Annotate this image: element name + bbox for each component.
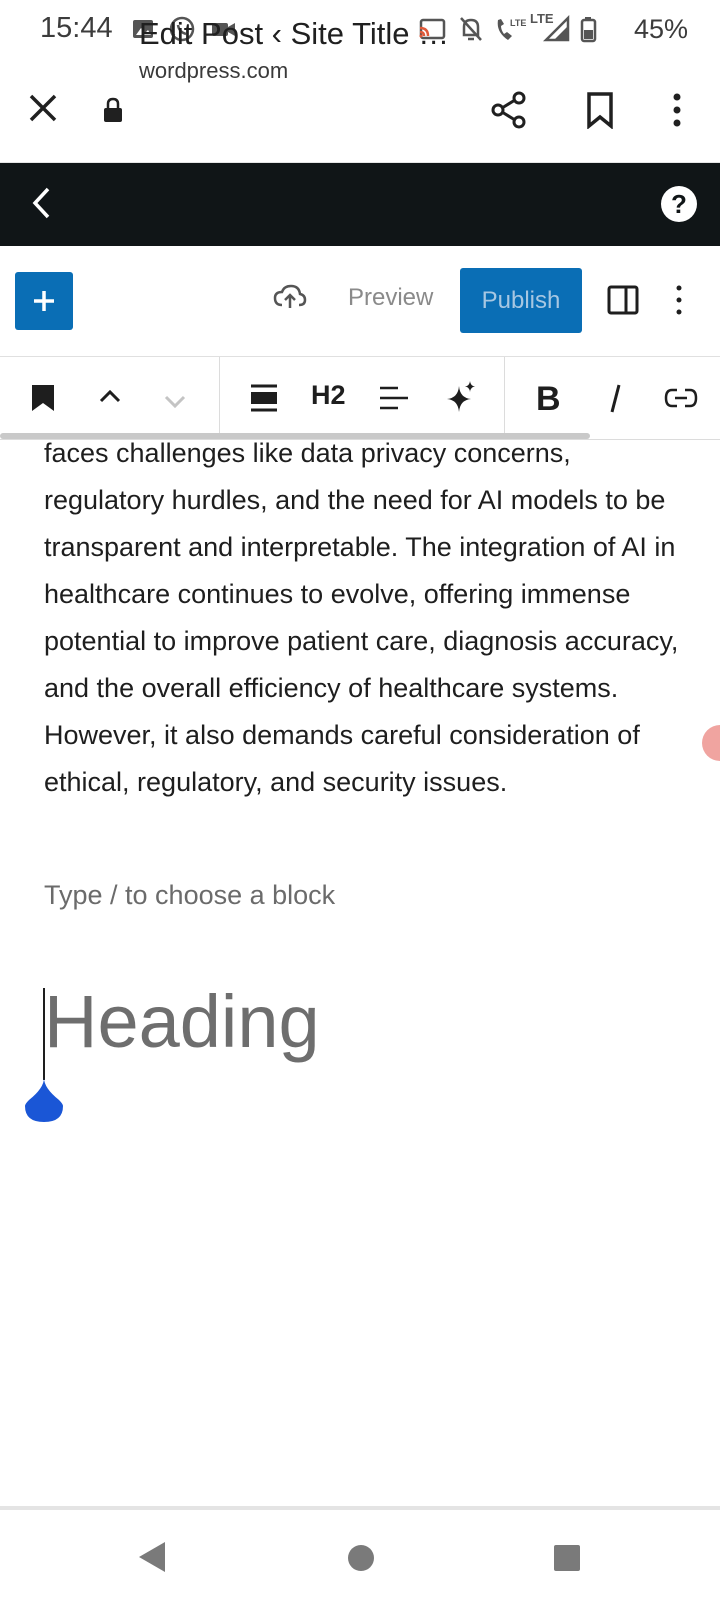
block-appender-placeholder[interactable]: Type / to choose a block	[44, 880, 335, 911]
battery-percentage: 45%	[633, 14, 688, 44]
paragraph-block[interactable]: faces challenges like data privacy conce…	[44, 430, 684, 806]
editor-options-icon[interactable]	[674, 284, 684, 321]
svg-text:B: B	[536, 382, 560, 414]
network-label: LTE	[530, 11, 554, 26]
signal-icon: LTE	[530, 10, 578, 49]
text-align-icon[interactable]	[378, 385, 410, 416]
bookmark-block-icon[interactable]	[31, 384, 55, 417]
add-block-button[interactable]	[15, 272, 73, 330]
bold-icon[interactable]: B	[536, 380, 561, 419]
settings-sidebar-icon[interactable]	[607, 284, 639, 321]
page-url[interactable]: wordpress.com	[139, 58, 288, 84]
recents-square-icon[interactable]	[553, 1544, 581, 1577]
svg-text:?: ?	[671, 189, 687, 219]
toolbar-divider	[219, 357, 220, 439]
help-icon[interactable]: ?	[660, 185, 698, 228]
caret-drag-handle[interactable]	[25, 1078, 63, 1122]
cloud-upload-icon[interactable]	[273, 283, 307, 316]
back-triangle-icon[interactable]	[137, 1540, 167, 1579]
floating-bubble[interactable]	[702, 725, 720, 761]
heading-level-button[interactable]: H2	[311, 380, 346, 411]
chevron-down-icon[interactable]	[164, 394, 186, 413]
plus-icon	[34, 291, 54, 311]
post-content: faces challenges like data privacy conce…	[44, 430, 684, 806]
publish-button[interactable]: Publish	[460, 268, 582, 333]
more-vertical-icon[interactable]	[670, 92, 684, 133]
home-circle-icon[interactable]	[347, 1544, 375, 1577]
link-icon[interactable]	[664, 385, 698, 416]
align-wide-icon[interactable]	[250, 383, 278, 418]
preview-button[interactable]: Preview	[348, 284, 433, 312]
text-caret	[43, 988, 45, 1080]
close-icon[interactable]	[27, 92, 59, 129]
svg-text:LTE: LTE	[510, 18, 526, 28]
battery-icon	[580, 14, 598, 49]
lock-icon	[102, 97, 124, 128]
share-icon[interactable]	[490, 91, 528, 134]
italic-icon[interactable]	[606, 382, 624, 419]
toolbar-divider	[504, 357, 505, 439]
wp-admin-bar	[0, 163, 720, 246]
ai-sparkle-icon[interactable]	[445, 380, 477, 419]
heading-block[interactable]: Heading	[44, 985, 320, 1059]
status-time: 15:44	[40, 12, 113, 44]
page-title: Edit Post ‹ Site Title …	[139, 16, 450, 51]
bell-off-icon	[458, 14, 484, 49]
chevron-up-icon[interactable]	[99, 389, 121, 408]
volte-call-icon: LTE	[494, 14, 528, 49]
back-chevron-icon[interactable]	[30, 186, 54, 225]
bookmark-icon[interactable]	[585, 91, 615, 134]
